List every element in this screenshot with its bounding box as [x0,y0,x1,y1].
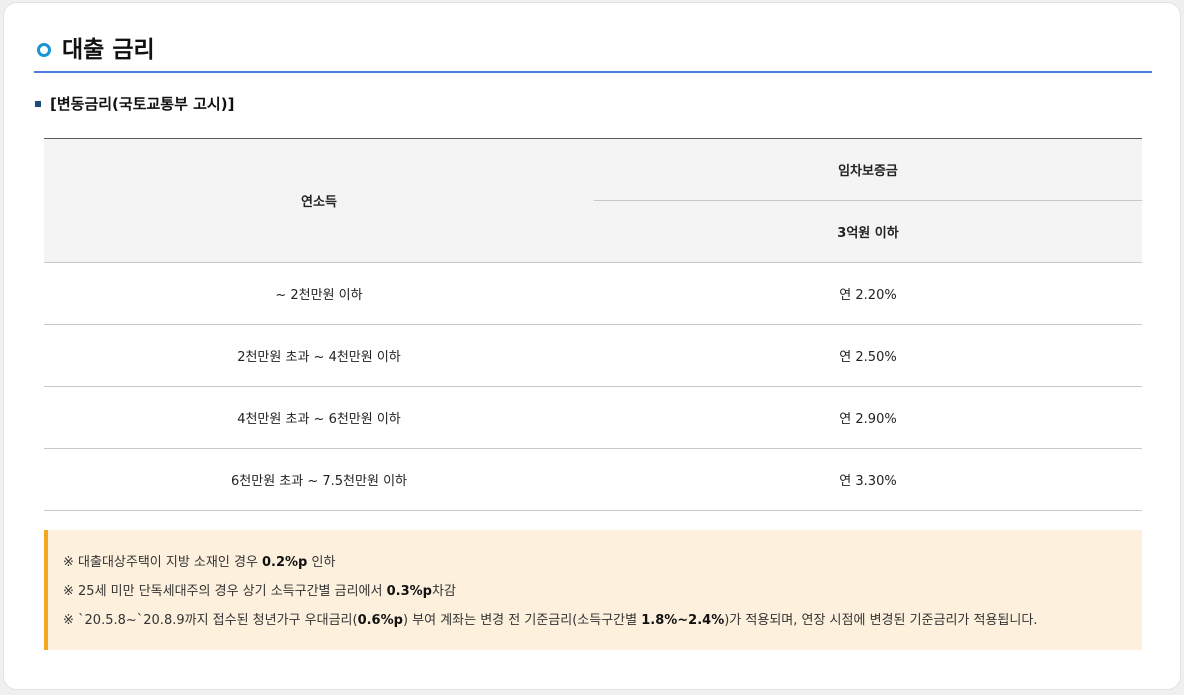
notice-highlight: 1.8%~2.4% [641,613,725,628]
notice-highlight: 0.6%p [357,613,403,628]
rate-type-title: [변동금리(국토교통부 고시)] [50,95,235,113]
notice-text: ※ `20.5.8~`20.8.9까지 접수된 청년가구 우대금리( [63,613,358,628]
income-cell: 6천만원 초과 ~ 7.5천만원 이하 [44,448,594,511]
interest-rate-table: 연소득 임차보증금 3억원 이하 ~ 2천만원 이하 연 2.20% 2천만원 … [44,138,1142,511]
column-header-income: 연소득 [44,138,594,263]
notice-text: 차감 [432,584,456,599]
income-cell: 2천만원 초과 ~ 4천만원 이하 [44,324,594,387]
column-header-deposit-range: 3억원 이하 [594,200,1142,263]
notice-text: 인하 [307,555,336,570]
notice-text: ) 부여 계좌는 변경 전 기준금리(소득구간별 [402,613,642,628]
notice-young-householder: ※ 25세 미만 단독세대주의 경우 상기 소득구간별 금리에서 0.3%p차감 [63,577,1142,606]
notice-box: ※ 대출대상주택이 지방 소재인 경우 0.2%p 인하 ※ 25세 미만 단독… [44,530,1142,650]
notice-regional-discount: ※ 대출대상주택이 지방 소재인 경우 0.2%p 인하 [63,548,1142,577]
rate-cell: 연 2.50% [594,324,1142,387]
income-cell: ~ 2천만원 이하 [44,262,594,325]
section-header: 대출 금리 [34,33,1152,73]
section-title: 대출 금리 [62,37,155,63]
content-card: 대출 금리 [변동금리(국토교통부 고시)] 연소득 임차보증금 3억원 이하 … [3,2,1181,690]
rate-cell: 연 2.20% [594,262,1142,325]
column-header-deposit: 임차보증금 [594,138,1142,201]
notice-youth-preferential-rate: ※ `20.5.8~`20.8.9까지 접수된 청년가구 우대금리(0.6%p)… [63,606,1142,635]
notice-text: ※ 대출대상주택이 지방 소재인 경우 [63,555,262,570]
square-bullet-icon [35,101,41,107]
income-cell: 4천만원 초과 ~ 6천만원 이하 [44,386,594,449]
notice-highlight: 0.3%p [386,584,432,599]
table-row: 6천만원 초과 ~ 7.5천만원 이하 연 3.30% [44,448,1142,511]
rate-cell: 연 3.30% [594,448,1142,511]
notice-text: )가 적용되며, 연장 시점에 변경된 기준금리가 적용됩니다. [724,613,1038,628]
table-row: 4천만원 초과 ~ 6천만원 이하 연 2.90% [44,386,1142,449]
notice-text: ※ 25세 미만 단독세대주의 경우 상기 소득구간별 금리에서 [63,584,387,599]
table-row: ~ 2천만원 이하 연 2.20% [44,262,1142,325]
table-row: 2천만원 초과 ~ 4천만원 이하 연 2.50% [44,324,1142,387]
circle-bullet-icon [37,43,51,57]
rate-cell: 연 2.90% [594,386,1142,449]
notice-highlight: 0.2%p [262,555,308,570]
